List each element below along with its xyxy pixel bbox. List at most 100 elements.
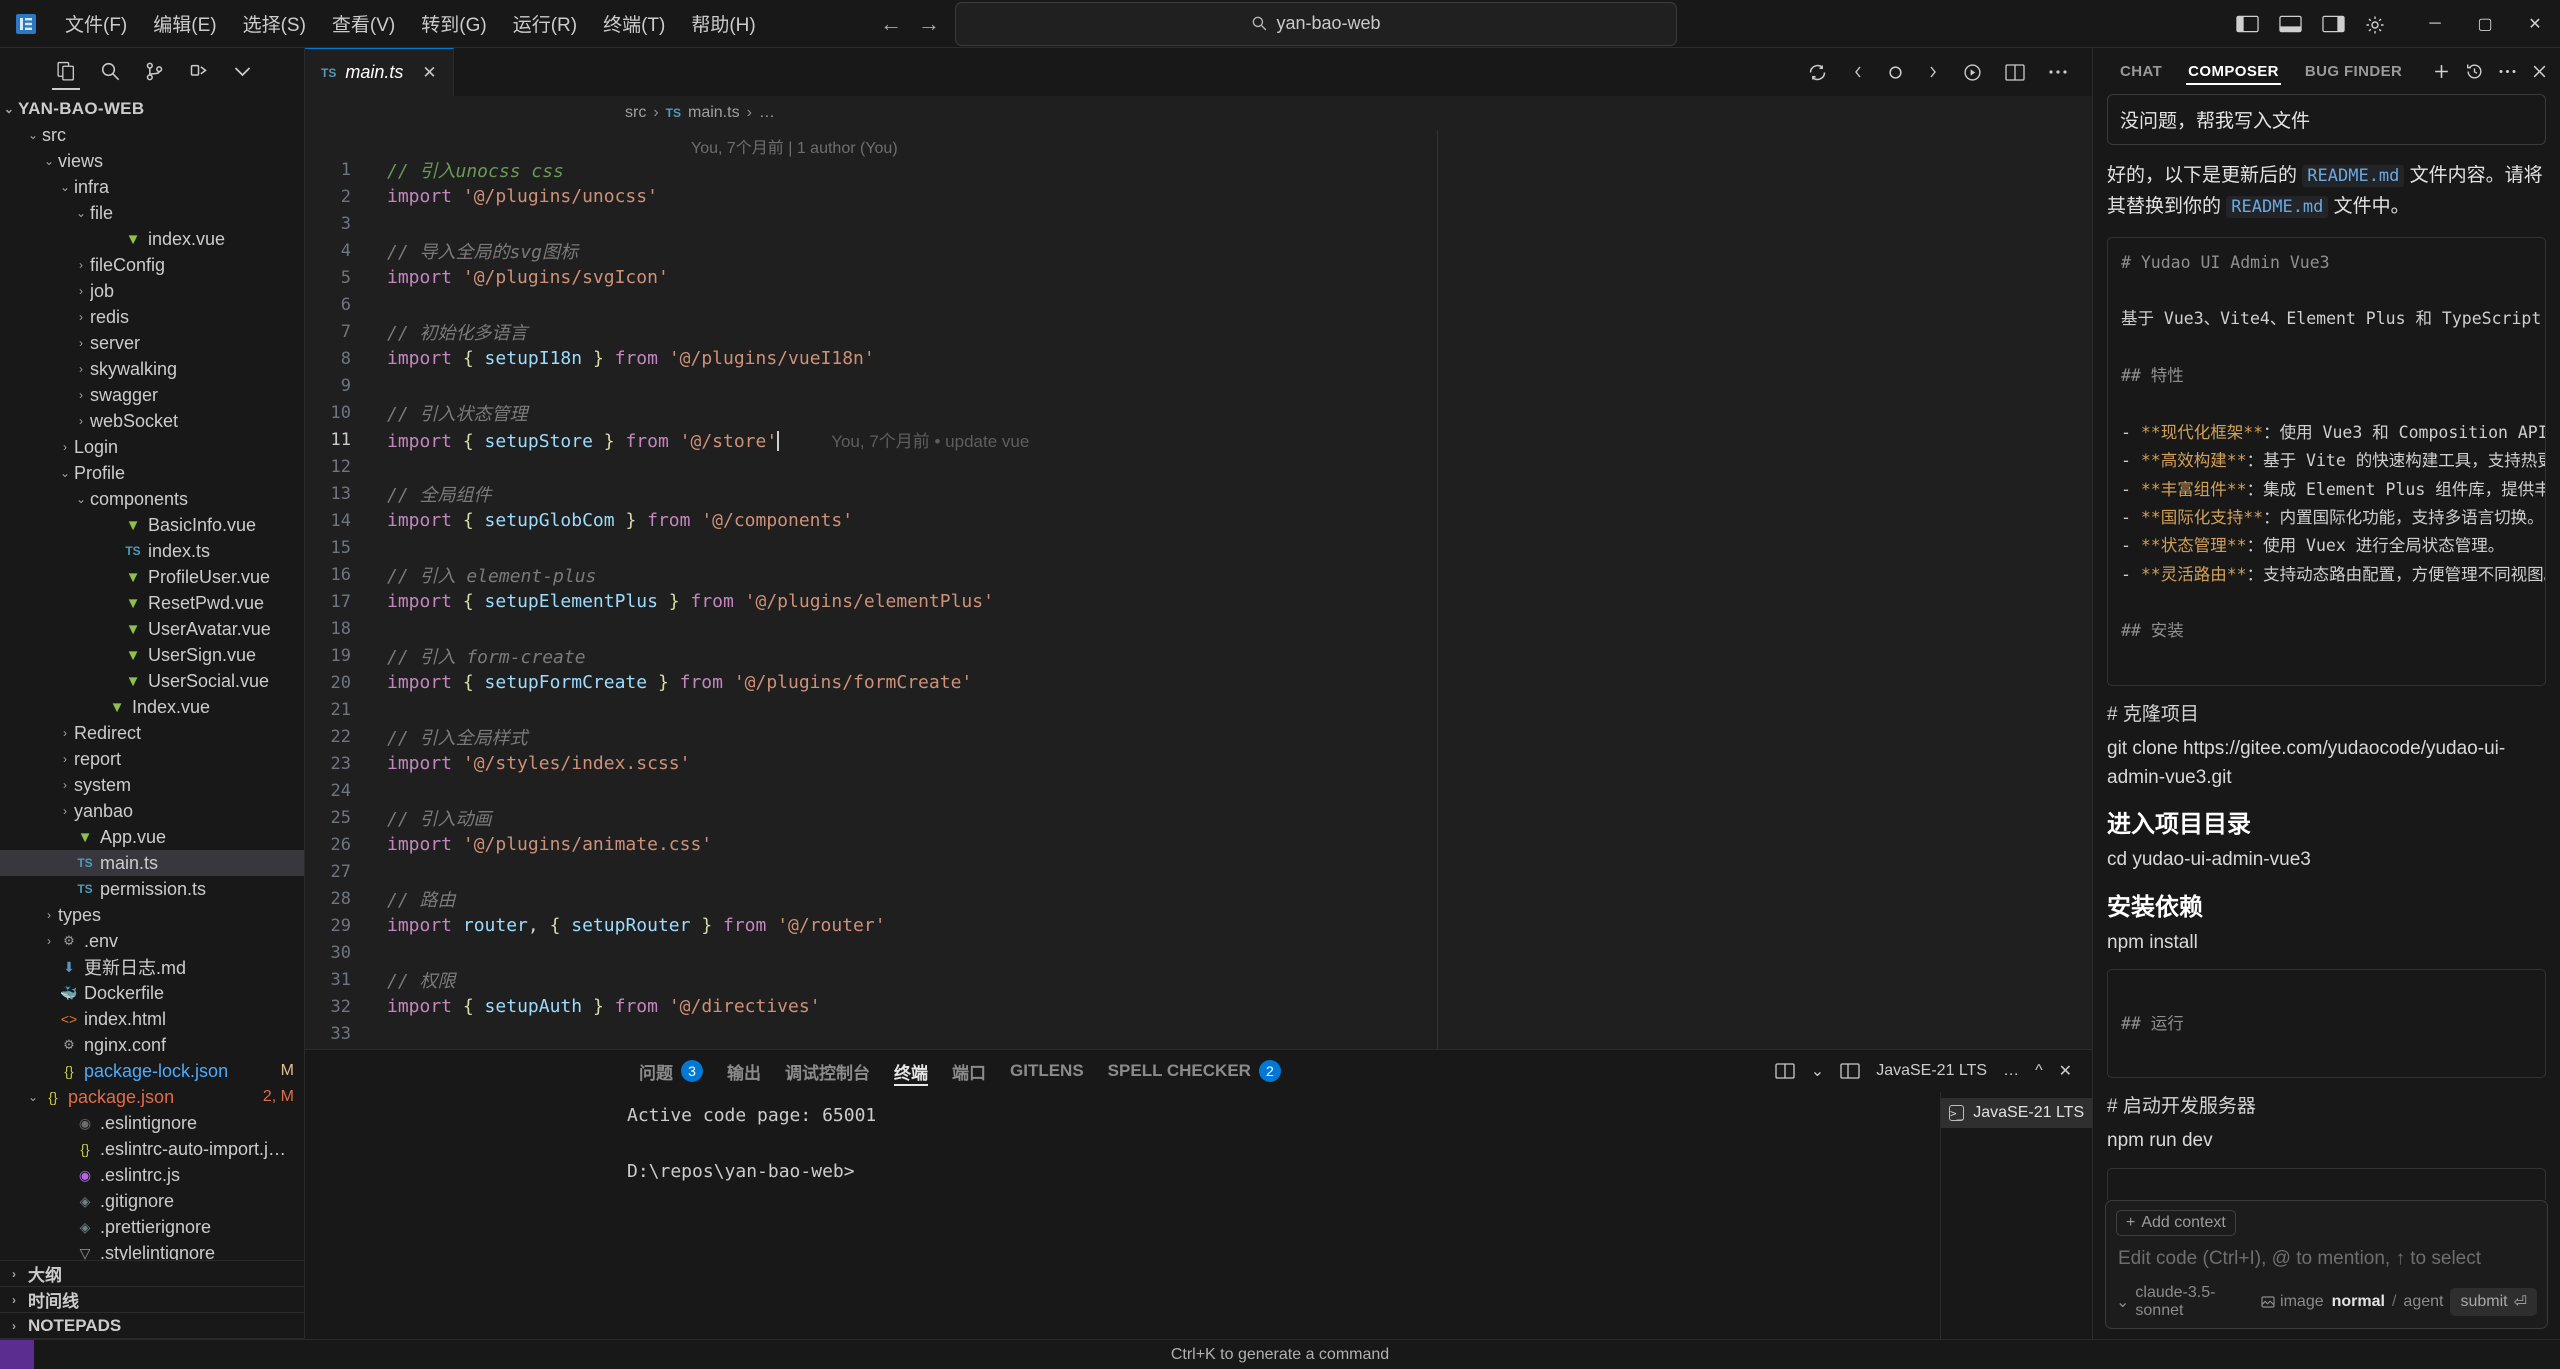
breadcrumb-file[interactable]: main.ts <box>688 104 740 122</box>
tree-item-profile[interactable]: ⌄ Profile <box>0 460 304 486</box>
panel-tab-端口[interactable]: 端口 <box>940 1050 998 1092</box>
code-line[interactable]: 1 // 引入unocss css <box>305 156 2092 183</box>
submit-button[interactable]: submit ⏎ <box>2450 1288 2537 1316</box>
code-line[interactable]: 4 // 导入全局的svg图标 <box>305 237 2092 264</box>
tree-item-stylelintignore[interactable]: ▽ .stylelintignore <box>0 1240 304 1261</box>
tree-item-websocket[interactable]: › webSocket <box>0 408 304 434</box>
code-line[interactable]: 18 <box>305 615 2092 642</box>
tree-item-redis[interactable]: › redis <box>0 304 304 330</box>
tree-item-job[interactable]: › job <box>0 278 304 304</box>
tab-bug-finder[interactable]: BUG FINDER <box>2292 48 2415 94</box>
tree-item-eslintrc-auto-import-json[interactable]: {} .eslintrc-auto-import.json <box>0 1136 304 1162</box>
tree-item-system[interactable]: › system <box>0 772 304 798</box>
code-line[interactable]: 31 // 权限 <box>305 966 2092 993</box>
code-line[interactable]: 28 // 路由 <box>305 885 2092 912</box>
tree-item-redirect[interactable]: › Redirect <box>0 720 304 746</box>
tree-item-src[interactable]: ⌄ src <box>0 122 304 148</box>
split-editor-icon[interactable] <box>2005 63 2025 81</box>
menu-terminal[interactable]: 终端(T) <box>590 5 678 42</box>
file-tree[interactable]: ⌄ YAN-BAO-WEB ⌄ src ⌄ views ⌄ infra ⌄ file ▼ inde… <box>0 94 304 1260</box>
tree-item-package-json[interactable]: ⌄ {} package.json 2, M <box>0 1084 304 1110</box>
code-line[interactable]: 22 // 引入全局样式 <box>305 723 2092 750</box>
search-icon[interactable] <box>88 49 132 93</box>
code-line[interactable]: 2 import '@/plugins/unocss' <box>305 183 2092 210</box>
code-line[interactable]: 24 <box>305 777 2092 804</box>
tree-item-report[interactable]: › report <box>0 746 304 772</box>
sidebar-section-timeline[interactable]: › 时间线 <box>0 1287 304 1313</box>
tree-item-profileuser-vue[interactable]: ▼ ProfileUser.vue <box>0 564 304 590</box>
code-line[interactable]: 20 import { setupFormCreate } from '@/plu… <box>305 669 2092 696</box>
toggle-panel-icon[interactable] <box>2279 15 2302 33</box>
source-control-icon[interactable] <box>132 49 176 93</box>
sidebar-section-notepads[interactable]: › NOTEPADS <box>0 1313 304 1339</box>
tree-item-skywalking[interactable]: › skywalking <box>0 356 304 382</box>
tree-item-swagger[interactable]: › swagger <box>0 382 304 408</box>
more-views-icon[interactable] <box>220 49 264 93</box>
tree-item-package-lock-json[interactable]: {} package-lock.json M <box>0 1058 304 1084</box>
run-and-debug-icon[interactable] <box>176 49 220 93</box>
code-line[interactable]: 19 // 引入 form-create <box>305 642 2092 669</box>
tree-item-eslintignore[interactable]: ◉ .eslintignore <box>0 1110 304 1136</box>
tree-item-permission-ts[interactable]: TS permission.ts <box>0 876 304 902</box>
code-editor[interactable]: You, 7个月前 | 1 author (You) 1 // 引入unocss … <box>305 130 2092 1049</box>
tree-item-eslintrc-js[interactable]: ◉ .eslintrc.js <box>0 1162 304 1188</box>
more-actions-icon[interactable]: … <box>2003 1062 2019 1080</box>
tree-item-nginx-conf[interactable]: ⚙ nginx.conf <box>0 1032 304 1058</box>
breadcrumb-src[interactable]: src <box>625 104 646 122</box>
composer-input-box[interactable]: + Add context Edit code (Ctrl+I), @ to m… <box>2105 1200 2548 1329</box>
mode-normal[interactable]: normal <box>2332 1293 2385 1311</box>
tree-item-gitignore[interactable]: ◈ .gitignore <box>0 1188 304 1214</box>
code-line[interactable]: 27 <box>305 858 2092 885</box>
mode-agent[interactable]: agent <box>2403 1293 2443 1311</box>
tree-item-infra[interactable]: ⌄ infra <box>0 174 304 200</box>
code-line[interactable]: 8 import { setupI18n } from '@/plugins/vu… <box>305 345 2092 372</box>
chevron-left-icon[interactable] <box>1851 63 1865 81</box>
panel-tab-调试控制台[interactable]: 调试控制台 <box>773 1050 882 1092</box>
more-actions-icon[interactable] <box>2498 68 2517 75</box>
tree-item-components[interactable]: ⌄ components <box>0 486 304 512</box>
tree-item-resetpwd-vue[interactable]: ▼ ResetPwd.vue <box>0 590 304 616</box>
tree-root-folder[interactable]: ⌄ YAN-BAO-WEB <box>0 96 304 122</box>
code-line[interactable]: 14 import { setupGlobCom } from '@/compon… <box>305 507 2092 534</box>
tree-item-index-vue[interactable]: ▼ index.vue <box>0 226 304 252</box>
panel-tab-bar[interactable]: 问题 3 输出 调试控制台 终端 端口 GITLENS SPELL CHECKER 2 ⌄ Java… <box>305 1050 2092 1092</box>
code-line[interactable]: 11 import { setupStore } from '@/store' Yo… <box>305 426 2092 453</box>
panel-tab-gitlens[interactable]: GITLENS <box>998 1050 1096 1092</box>
menu-select[interactable]: 选择(S) <box>230 5 319 42</box>
tree-item-useravatar-vue[interactable]: ▼ UserAvatar.vue <box>0 616 304 642</box>
explorer-icon[interactable] <box>44 49 88 93</box>
panel-tab-终端[interactable]: 终端 <box>882 1050 940 1092</box>
chevron-down-icon[interactable]: ⌄ <box>1811 1061 1824 1081</box>
tree-item-env[interactable]: › ⚙ .env <box>0 928 304 954</box>
tree-item-fileconfig[interactable]: › fileConfig <box>0 252 304 278</box>
code-line[interactable]: 26 import '@/plugins/animate.css' <box>305 831 2092 858</box>
minimize-button[interactable]: ─ <box>2410 0 2460 48</box>
tree-item-usersign-vue[interactable]: ▼ UserSign.vue <box>0 642 304 668</box>
menu-run[interactable]: 运行(R) <box>500 5 590 42</box>
code-line[interactable]: 6 <box>305 291 2092 318</box>
command-center-search[interactable]: yan-bao-web <box>955 1 1677 46</box>
tree-item-md[interactable]: ⬇ 更新日志.md <box>0 954 304 980</box>
code-line[interactable]: 29 import router, { setupRouter } from '@… <box>305 912 2092 939</box>
model-picker[interactable]: ⌄ claude-3.5-sonnet <box>2116 1284 2245 1320</box>
code-line[interactable]: 30 <box>305 939 2092 966</box>
history-icon[interactable] <box>2465 62 2484 81</box>
menu-file[interactable]: 文件(F) <box>52 5 140 42</box>
code-line[interactable]: 16 // 引入 element-plus <box>305 561 2092 588</box>
editor-scrollbar[interactable] <box>2078 130 2092 1049</box>
menu-help[interactable]: 帮助(H) <box>678 5 768 42</box>
image-attach-button[interactable]: image <box>2261 1293 2324 1311</box>
close-icon[interactable] <box>2531 63 2548 80</box>
code-line[interactable]: 5 import '@/plugins/svgIcon' <box>305 264 2092 291</box>
tree-item-server[interactable]: › server <box>0 330 304 356</box>
close-window-button[interactable]: ✕ <box>2510 0 2560 48</box>
toggle-primary-sidebar-icon[interactable] <box>2236 15 2259 33</box>
terminal-list-item[interactable]: >_ JavaSE-21 LTS <box>1941 1098 2092 1128</box>
menu-go[interactable]: 转到(G) <box>408 5 499 42</box>
maximize-panel-icon[interactable]: ^ <box>2035 1062 2043 1080</box>
split-terminal-icon[interactable] <box>1775 1063 1795 1079</box>
more-actions-icon[interactable] <box>2048 68 2068 76</box>
tree-item-app-vue[interactable]: ▼ App.vue <box>0 824 304 850</box>
code-line[interactable]: 25 // 引入动画 <box>305 804 2092 831</box>
close-icon[interactable]: ✕ <box>422 63 436 83</box>
